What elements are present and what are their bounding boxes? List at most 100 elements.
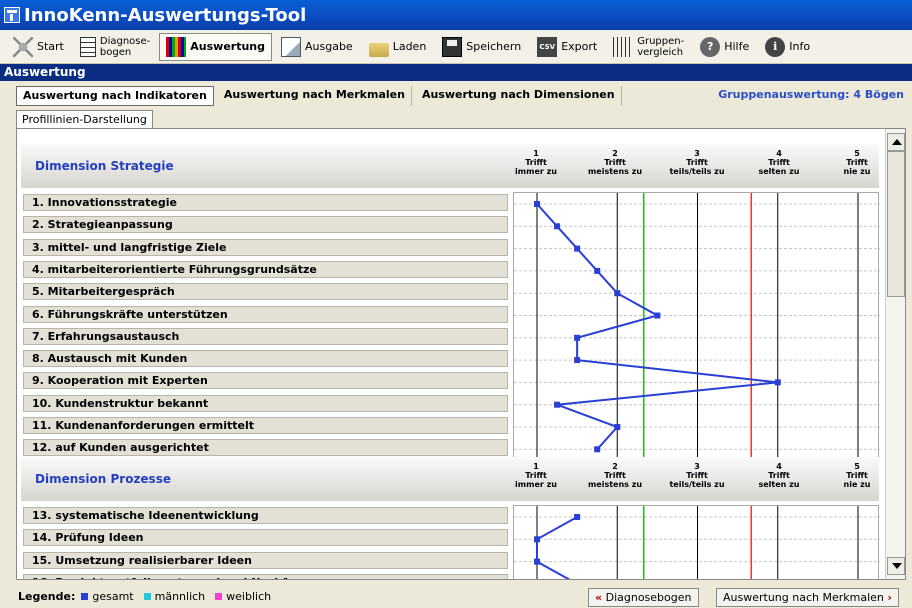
ausgabe-button[interactable]: Ausgabe bbox=[274, 33, 360, 61]
tab-auswertung-dimensionen[interactable]: Auswertung nach Dimensionen bbox=[416, 86, 622, 106]
gruppenvergleich-label-line1: Gruppen- bbox=[637, 35, 685, 47]
app-icon bbox=[4, 7, 20, 23]
legend-label-gesamt: gesamt bbox=[92, 590, 134, 603]
data-point bbox=[554, 401, 561, 408]
scroll-down-button[interactable] bbox=[887, 557, 905, 575]
export-button[interactable]: CSV Export bbox=[530, 33, 604, 61]
speichern-button[interactable]: Speichern bbox=[435, 33, 528, 61]
profile-chart-svg bbox=[514, 506, 880, 579]
help-icon: ? bbox=[700, 36, 721, 57]
scroll-thumb[interactable] bbox=[887, 151, 905, 297]
scroll-up-button[interactable] bbox=[887, 133, 905, 151]
indicator-row: 6. Führungskräfte unterstützen bbox=[23, 305, 508, 323]
indicator-row: 9. Kooperation mit Experten bbox=[23, 372, 508, 390]
scale-desc: meistens zu bbox=[587, 480, 643, 489]
scale-word: Trifft bbox=[768, 471, 790, 480]
window-title: InnoKenn-Auswertungs-Tool bbox=[24, 4, 307, 26]
chevron-right-icon: › bbox=[887, 591, 892, 604]
speichern-label: Speichern bbox=[466, 40, 522, 53]
dimension-title: Dimension Prozesse bbox=[35, 472, 171, 486]
dimension-header: Dimension Strategie 1 Trifft immer zu 2 Triff… bbox=[21, 144, 879, 188]
scale-num: 2 bbox=[612, 462, 618, 471]
scale-header-4: 4 Trifft selten zu bbox=[749, 149, 809, 176]
data-point bbox=[654, 312, 661, 319]
scale-desc: nie zu bbox=[843, 167, 871, 176]
indicator-row: 12. auf Kunden ausgerichtet bbox=[23, 439, 508, 457]
tab-profillinien[interactable]: Profillinien-Darstellung bbox=[16, 110, 153, 129]
start-button[interactable]: Start bbox=[6, 33, 71, 61]
scale-num: 4 bbox=[776, 149, 782, 158]
scale-header-5: 5 Trifft nie zu bbox=[827, 149, 887, 176]
tab-auswertung-indikatoren[interactable]: Auswertung nach Indikatoren bbox=[16, 86, 214, 106]
data-point bbox=[574, 357, 581, 364]
back-button-label: Diagnosebogen bbox=[605, 591, 692, 604]
scale-word: Trifft bbox=[604, 471, 626, 480]
next-merkmalen-button[interactable]: Auswertung nach Merkmalen › bbox=[716, 588, 899, 607]
scale-desc: selten zu bbox=[758, 167, 800, 176]
hilfe-button[interactable]: ? Hilfe bbox=[693, 33, 756, 61]
data-point bbox=[534, 558, 540, 565]
indicator-row: 4. mitarbeiterorientierte Führungsgrunds… bbox=[23, 260, 508, 278]
legend-title: Legende: bbox=[18, 590, 76, 603]
scale-num: 3 bbox=[694, 149, 700, 158]
data-point bbox=[594, 267, 601, 274]
series-line-gesamt bbox=[536, 516, 578, 579]
indicator-row: 1. Innovationsstrategie bbox=[23, 194, 508, 211]
indicator-row: 8. Austausch mit Kunden bbox=[23, 350, 508, 368]
profile-chart-area bbox=[513, 192, 880, 465]
series-line-gesamt bbox=[536, 203, 778, 450]
scale-word: Trifft bbox=[525, 158, 547, 167]
scale-num: 5 bbox=[854, 462, 860, 471]
profile-panel: Dimension Strategie 1 Trifft immer zu 2 Triff… bbox=[16, 128, 906, 580]
folder-icon bbox=[368, 42, 389, 57]
scale-header-2: 2 Trifft meistens zu bbox=[585, 462, 645, 489]
diagnosebogen-icon bbox=[79, 36, 96, 57]
indicator-row: 15. Umsetzung realisierbarer Ideen bbox=[23, 551, 508, 569]
data-point bbox=[774, 379, 781, 386]
legend-swatch-weiblich bbox=[215, 593, 223, 600]
laden-button[interactable]: Laden bbox=[362, 33, 434, 61]
legend-item-weiblich: weiblich bbox=[215, 590, 271, 603]
next-button-label: Auswertung nach Merkmalen bbox=[723, 591, 884, 604]
dimension-block: Dimension Prozesse 1 Trifft immer zu 2 Trifft… bbox=[21, 457, 880, 579]
indicator-row: 7. Erfahrungsaustausch bbox=[23, 327, 508, 345]
start-icon bbox=[13, 36, 33, 57]
scale-word: Trifft bbox=[846, 471, 868, 480]
indicator-row: 14. Prüfung Ideen bbox=[23, 529, 508, 547]
scale-header-1: 1 Trifft immer zu bbox=[506, 149, 566, 176]
legend-swatch-gesamt bbox=[81, 593, 89, 600]
diagnosebogen-label-line1: Diagnose- bbox=[99, 35, 151, 47]
profile-chart-svg bbox=[514, 193, 880, 465]
data-point bbox=[614, 290, 621, 297]
dimension-block: Dimension Strategie 1 Trifft immer zu 2 Triff… bbox=[21, 144, 880, 465]
csv-icon: CSV bbox=[537, 36, 558, 57]
legend-item-maennlich: männlich bbox=[143, 590, 206, 603]
save-icon bbox=[442, 36, 463, 57]
data-point bbox=[574, 245, 581, 252]
scale-num: 1 bbox=[533, 462, 539, 471]
scale-num: 4 bbox=[776, 462, 782, 471]
indicator-row: 13. systematische Ideenentwicklung bbox=[23, 507, 508, 524]
main-tabs: Auswertung nach Indikatoren Auswertung n… bbox=[16, 86, 626, 106]
back-to-diagnosebogen-button[interactable]: « Diagnosebogen bbox=[588, 588, 699, 607]
auswertung-icon bbox=[166, 36, 187, 57]
scale-word: Trifft bbox=[604, 158, 626, 167]
legend-label-maennlich: männlich bbox=[154, 590, 206, 603]
legend-swatch-maennlich bbox=[143, 593, 151, 600]
ausgabe-label: Ausgabe bbox=[305, 40, 353, 53]
data-point bbox=[574, 334, 581, 341]
window-titlebar: InnoKenn-Auswertungs-Tool bbox=[0, 0, 912, 30]
export-label: Export bbox=[561, 40, 598, 53]
scale-num: 3 bbox=[694, 462, 700, 471]
indicator-row: 11. Kundenanforderungen ermittelt bbox=[23, 417, 508, 434]
gruppenvergleich-button[interactable]: Gruppen-vergleich bbox=[606, 33, 691, 61]
indicator-row: 5. Mitarbeitergespräch bbox=[23, 283, 508, 301]
indicator-row: 2. Strategieanpassung bbox=[23, 216, 508, 234]
auswertung-button[interactable]: Auswertung bbox=[159, 32, 272, 61]
diagnosebogen-button[interactable]: Diagnose-bogen bbox=[73, 33, 157, 61]
indicator-row: 16. Produktportfolio entsprechend Nachfr… bbox=[23, 573, 508, 579]
info-button[interactable]: i Info bbox=[758, 33, 817, 61]
legend-label-weiblich: weiblich bbox=[226, 590, 272, 603]
tab-auswertung-merkmalen[interactable]: Auswertung nach Merkmalen bbox=[218, 86, 412, 106]
vertical-scrollbar[interactable] bbox=[885, 129, 905, 579]
